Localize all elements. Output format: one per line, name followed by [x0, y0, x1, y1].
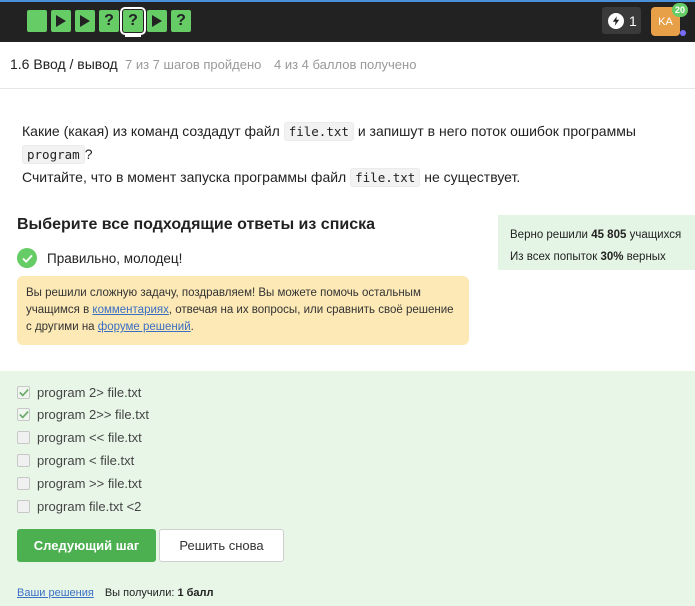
question-icon: ? — [104, 12, 114, 29]
answer-label: program 2> file.txt — [37, 384, 142, 400]
received-value: 1 балл — [177, 587, 214, 599]
stats-attempts-prefix: Из всех попыток — [510, 251, 598, 263]
checkbox-unchecked[interactable] — [17, 476, 30, 490]
answer-label: program << file.txt — [37, 429, 142, 445]
answer-option[interactable]: program < file.txt — [17, 452, 134, 468]
energy-counter[interactable]: 1 — [602, 7, 641, 34]
congrats-text-2: , отвечая на их вопросы, или сравнить св… — [26, 304, 454, 333]
lesson-header: 1.6 Ввод / вывод 7 из 7 шагов пройдено 4… — [0, 42, 695, 89]
step-5-quiz-current[interactable]: ? — [120, 7, 146, 37]
checkmark-icon — [18, 410, 29, 419]
top-accent-line — [0, 0, 695, 2]
code-program: program — [22, 145, 85, 164]
stats-solved-count: 45 805 — [591, 229, 627, 241]
step-2-video[interactable] — [51, 10, 71, 32]
solutions-forum-link[interactable]: форуме решений — [98, 321, 191, 333]
received-prefix: Вы получили: — [104, 587, 175, 599]
checkbox-checked[interactable] — [17, 385, 30, 399]
avatar-level-badge: 20 — [672, 3, 688, 17]
step-7-quiz[interactable]: ? — [171, 10, 191, 32]
congrats-text-3: . — [190, 321, 194, 333]
checkbox-checked[interactable] — [17, 407, 30, 421]
next-step-button[interactable]: Следующий шаг — [17, 529, 156, 562]
code-file-txt: file.txt — [283, 122, 354, 141]
checkbox-unchecked[interactable] — [17, 499, 30, 513]
stats-solved-prefix: Верно решили — [510, 229, 588, 241]
choose-answers-heading: Выберите все подходящие ответы из списка — [17, 216, 375, 233]
question-part-4: Считайте, что в момент запуска программы… — [22, 169, 347, 185]
question-part-3: ? — [84, 146, 93, 162]
checkbox-unchecked[interactable] — [17, 453, 30, 467]
answer-label: program file.txt <2 — [37, 498, 142, 514]
your-solutions-link[interactable]: Ваши решения — [17, 587, 94, 599]
congratulations-box: Вы решили сложную задачу, поздравляем! В… — [17, 276, 469, 345]
comments-link[interactable]: комментариях — [92, 304, 168, 316]
stats-solved: Верно решили 45 805 учащихся — [510, 224, 683, 246]
answer-label: program < file.txt — [37, 452, 135, 468]
answer-option[interactable]: program file.txt <2 — [17, 498, 141, 514]
stats-attempts-suffix: верных — [626, 251, 666, 263]
top-navigation-bar: ? ? ? 1 KA 20 — [0, 0, 695, 42]
received-points: Вы получили: 1 балл — [105, 587, 214, 599]
play-icon — [56, 15, 66, 27]
question-part-1: Какие (какая) из команд создадут файл — [22, 123, 280, 139]
correct-feedback: Правильно, молодец! — [17, 248, 182, 268]
step-6-video[interactable] — [147, 10, 167, 32]
submission-footer: Ваши решения Вы получили: 1 балл — [17, 587, 214, 599]
solve-statistics: Верно решили 45 805 учащихся Из всех поп… — [498, 215, 695, 270]
answer-label: program 2>> file.txt — [37, 406, 149, 422]
lesson-title[interactable]: 1.6 Ввод / вывод — [10, 56, 118, 72]
question-icon: ? — [176, 12, 186, 29]
stats-attempts: Из всех попыток 30% верных — [510, 246, 683, 268]
question-part-2: и запишут в него поток ошибок программы — [357, 123, 636, 139]
question-icon: ? — [128, 12, 138, 29]
correct-message: Правильно, молодец! — [47, 250, 183, 266]
question-text: Какие (какая) из команд создадут файл fi… — [22, 120, 682, 189]
step-4-quiz[interactable]: ? — [99, 10, 119, 32]
answer-option[interactable]: program 2> file.txt — [17, 384, 141, 400]
energy-count: 1 — [629, 12, 637, 29]
check-circle-icon — [17, 248, 37, 268]
solve-again-button[interactable]: Решить снова — [159, 529, 284, 562]
answer-label: program >> file.txt — [37, 475, 142, 491]
stats-attempts-percent: 30% — [600, 251, 624, 263]
step-3-video[interactable] — [75, 10, 95, 32]
notification-dot — [680, 30, 686, 36]
play-icon — [152, 15, 162, 27]
stats-solved-suffix: учащихся — [629, 229, 682, 241]
checkmark-icon — [18, 388, 29, 397]
checkbox-unchecked[interactable] — [17, 430, 30, 444]
lightning-icon — [608, 12, 624, 29]
question-part-5: не существует. — [424, 169, 521, 185]
lesson-steps-progress: 7 из 7 шагов пройдено — [125, 57, 262, 72]
code-file-txt-2: file.txt — [350, 168, 421, 187]
answer-option[interactable]: program << file.txt — [17, 429, 142, 445]
answer-option[interactable]: program 2>> file.txt — [17, 406, 149, 422]
step-1-text[interactable] — [27, 10, 47, 32]
play-icon — [80, 15, 90, 27]
lesson-score-progress: 4 из 4 баллов получено — [274, 57, 417, 72]
avatar-initials: KA — [658, 15, 673, 28]
answer-option[interactable]: program >> file.txt — [17, 475, 142, 491]
